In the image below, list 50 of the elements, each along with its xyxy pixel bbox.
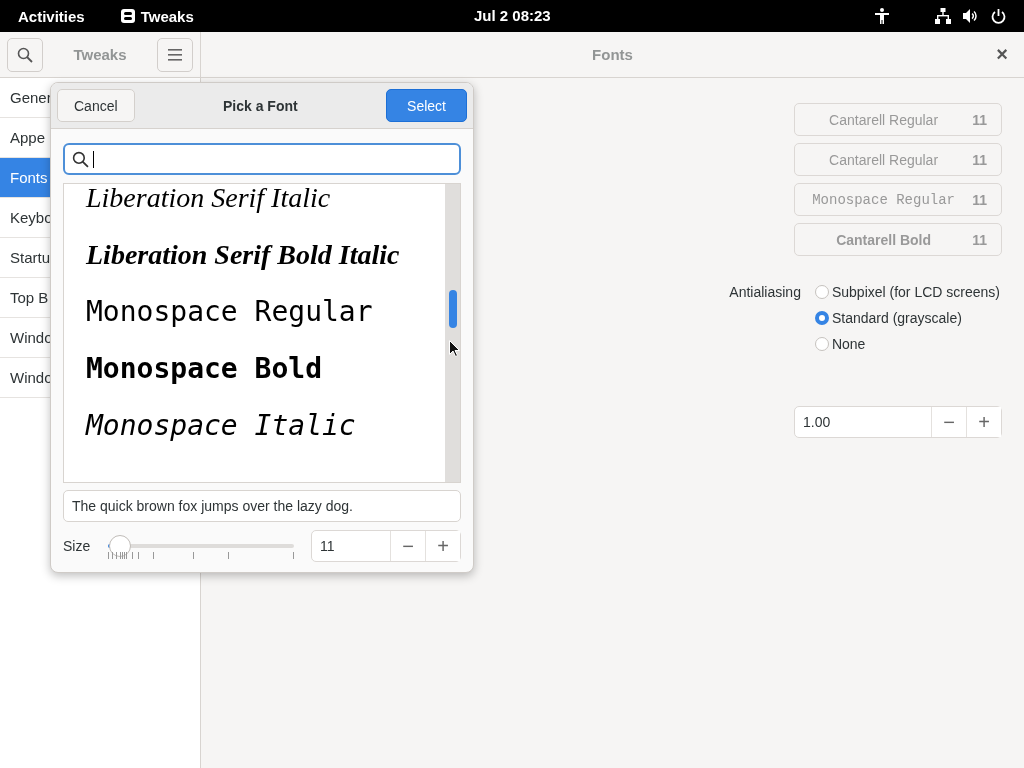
search-icon bbox=[17, 46, 33, 63]
font-size: 11 bbox=[972, 151, 987, 168]
power-icon[interactable] bbox=[991, 8, 1006, 24]
font-size: 11 bbox=[972, 111, 987, 128]
page-title: Fonts bbox=[592, 46, 633, 63]
radio-label[interactable]: None bbox=[831, 336, 866, 352]
activities-button[interactable]: Activities bbox=[18, 7, 85, 25]
close-button[interactable]: × bbox=[996, 42, 1008, 66]
scrollbar[interactable] bbox=[445, 184, 460, 482]
font-list-item[interactable]: Monospace Regular bbox=[86, 295, 373, 328]
size-label: Size bbox=[63, 538, 92, 554]
increase-button[interactable]: + bbox=[425, 531, 460, 561]
font-name: Monospace Regular bbox=[811, 191, 956, 208]
tweaks-app-icon bbox=[120, 9, 135, 23]
font-list-item[interactable]: Monospace Italic bbox=[86, 409, 356, 442]
network-icon[interactable] bbox=[935, 8, 951, 24]
volume-icon[interactable] bbox=[963, 9, 979, 23]
size-value[interactable]: 11 bbox=[312, 531, 390, 561]
font-name: Cantarell Regular bbox=[828, 151, 940, 168]
radio-label[interactable]: Subpixel (for LCD screens) bbox=[831, 284, 1000, 300]
app-menu[interactable]: Tweaks bbox=[140, 7, 194, 25]
radio-button[interactable] bbox=[814, 337, 829, 351]
font-size: 11 bbox=[972, 231, 987, 248]
select-button[interactable]: Select bbox=[386, 89, 467, 122]
menu-icon bbox=[168, 48, 182, 61]
font-size: 11 bbox=[972, 191, 987, 208]
font-name: Cantarell Bold bbox=[835, 231, 933, 248]
font-list-item[interactable]: Monospace Bold bbox=[86, 352, 322, 385]
accessibility-icon[interactable] bbox=[875, 8, 889, 24]
font-list-item[interactable]: Liberation Serif Italic bbox=[86, 184, 331, 214]
scaling-spin-field[interactable]: 1.00 − + bbox=[794, 406, 1002, 438]
font-list-item[interactable]: Liberation Serif Bold Italic bbox=[86, 238, 400, 271]
search-button[interactable] bbox=[7, 37, 43, 72]
cancel-button[interactable]: Cancel bbox=[57, 89, 135, 122]
antialiasing-label: Antialiasing bbox=[729, 284, 801, 302]
radio-button[interactable] bbox=[814, 285, 829, 299]
menu-button[interactable] bbox=[157, 37, 193, 72]
radio-label[interactable]: Standard (grayscale) bbox=[831, 310, 962, 326]
sidebar-title: Tweaks bbox=[73, 46, 127, 63]
radio-button[interactable] bbox=[814, 311, 829, 325]
size-slider[interactable] bbox=[108, 535, 294, 557]
preview-field[interactable]: The quick brown fox jumps over the lazy dog. bbox=[63, 490, 461, 522]
font-name: Cantarell Regular bbox=[828, 111, 940, 128]
dialog-title: Pick a Font bbox=[223, 97, 298, 114]
search-field[interactable] bbox=[63, 143, 461, 175]
clock[interactable]: Jul 2 08:23 bbox=[474, 7, 551, 24]
increase-button[interactable]: + bbox=[966, 407, 1001, 437]
search-icon bbox=[72, 150, 89, 168]
size-spin-field[interactable]: 11 − + bbox=[311, 530, 461, 562]
scaling-value[interactable]: 1.00 bbox=[795, 407, 931, 437]
